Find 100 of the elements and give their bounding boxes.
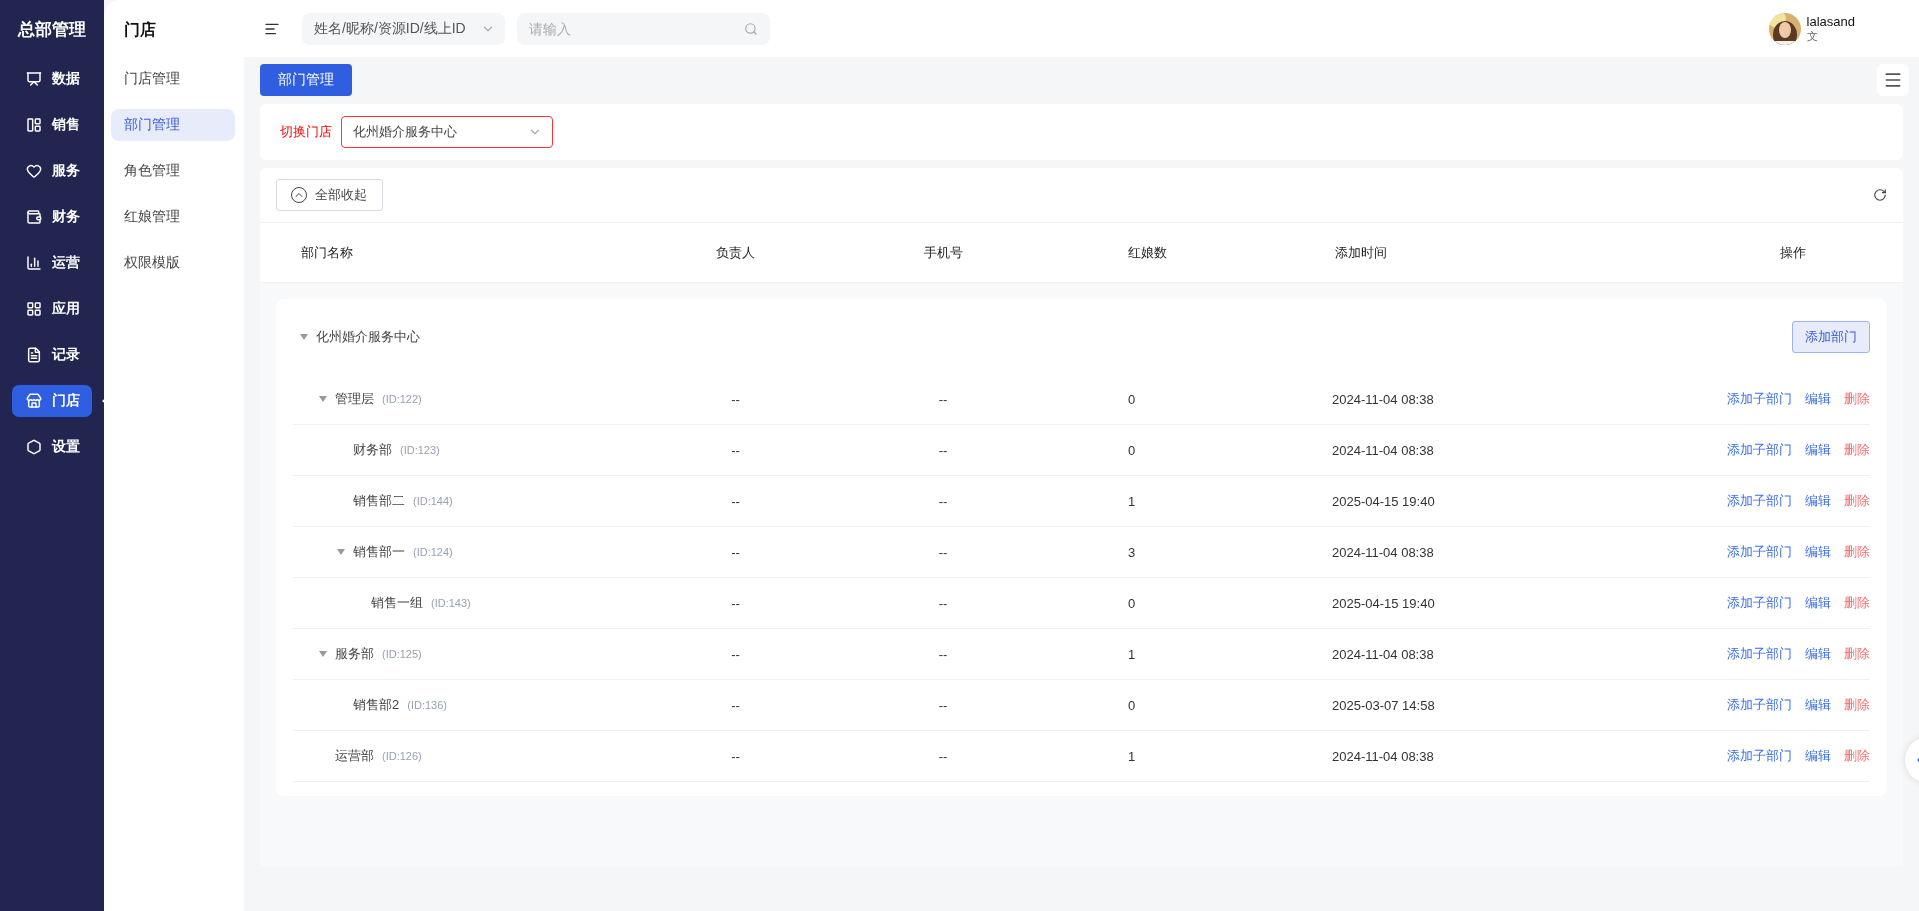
action-link[interactable]: 添加子部门 (1727, 645, 1792, 663)
store-name: 化州婚介服务中心 (316, 327, 420, 346)
nav-item[interactable]: 设置 (12, 431, 92, 463)
grid-icon (26, 301, 42, 317)
action-link[interactable]: 添加子部门 (1727, 594, 1792, 612)
table-cell: -- (938, 544, 948, 560)
delete-link[interactable]: 删除 (1844, 594, 1870, 612)
expand-triangle-icon[interactable] (337, 549, 345, 555)
table-cell: -- (731, 493, 740, 509)
nav-item[interactable]: 销售 (12, 109, 92, 141)
action-link[interactable]: 编辑 (1805, 696, 1831, 714)
table-cell: -- (731, 442, 740, 458)
submenu-item[interactable]: 部门管理 (111, 109, 235, 141)
action-link[interactable]: 编辑 (1805, 594, 1831, 612)
delete-link[interactable]: 删除 (1844, 492, 1870, 510)
column-header: 部门名称 (300, 243, 353, 262)
table-cell: -- (731, 595, 740, 611)
nav-item[interactable]: 记录 (12, 339, 92, 371)
collapse-all-button[interactable]: 全部收起 (276, 179, 383, 211)
department-name: 销售部2 (353, 696, 400, 714)
nav-item[interactable]: 应用 (12, 293, 92, 325)
table-cell-text: 1 (1127, 493, 1136, 509)
action-link[interactable]: 添加子部门 (1727, 543, 1792, 561)
table-cell-text: 2024-11-04 08:38 (1331, 748, 1434, 764)
column-header: 添加时间 (1334, 243, 1387, 262)
column-header: 负责人 (716, 243, 755, 262)
delete-link[interactable]: 删除 (1844, 747, 1870, 765)
table-cell: -- (938, 697, 948, 713)
action-link[interactable]: 添加子部门 (1727, 390, 1792, 408)
add-department-button[interactable]: 添加部门 (1792, 320, 1870, 353)
department-id: (ID:125) (382, 648, 422, 660)
delete-link[interactable]: 删除 (1844, 543, 1870, 561)
store-select[interactable]: 化州婚介服务中心 (341, 116, 553, 148)
filter-label: 切换门店 (280, 123, 332, 141)
action-link[interactable]: 添加子部门 (1727, 492, 1792, 510)
action-link[interactable]: 添加子部门 (1727, 747, 1792, 765)
nav-item[interactable]: 运营 (12, 247, 92, 279)
department-name: 管理层 (335, 390, 374, 408)
table-cell: -- (731, 544, 740, 560)
chart-icon (26, 71, 42, 87)
department-name: 服务部 (335, 645, 374, 663)
department-id: (ID:123) (400, 444, 440, 456)
table-cell: -- (938, 595, 948, 611)
refresh-icon[interactable] (1873, 188, 1887, 202)
expand-triangle-icon[interactable] (300, 333, 308, 340)
action-link[interactable]: 添加子部门 (1727, 441, 1792, 459)
table-cell: -- (731, 646, 740, 662)
expand-triangle-icon[interactable] (319, 651, 327, 657)
table-cell-text: 0 (1127, 595, 1136, 611)
table-cell-text: 0 (1127, 697, 1136, 713)
action-link[interactable]: 编辑 (1805, 543, 1831, 561)
heart-icon (26, 163, 42, 179)
department-id: (ID:136) (407, 699, 447, 711)
submenu-item[interactable]: 门店管理 (111, 63, 235, 95)
submenu-item[interactable]: 角色管理 (111, 155, 235, 187)
delete-link[interactable]: 删除 (1844, 645, 1870, 663)
table-cell: -- (938, 442, 948, 458)
table-cell-text: 3 (1127, 544, 1136, 560)
delete-link[interactable]: 删除 (1844, 390, 1870, 408)
expand-triangle-icon[interactable] (319, 396, 327, 402)
user-subtitle: 文 (1806, 28, 1819, 44)
action-link[interactable]: 添加子部门 (1727, 696, 1792, 714)
action-link[interactable]: 编辑 (1805, 492, 1831, 510)
wallet-icon (26, 209, 42, 225)
table-cell: -- (938, 646, 948, 662)
table-cell-text: 2025-04-15 19:40 (1331, 595, 1435, 611)
store-icon (26, 393, 42, 409)
search-field[interactable]: 请输入 (517, 12, 770, 45)
menu-icon[interactable] (1877, 64, 1909, 96)
department-name: 销售部一 (353, 543, 405, 561)
delete-link[interactable]: 删除 (1844, 441, 1870, 459)
department-name: 销售部二 (353, 492, 405, 510)
action-link[interactable]: 编辑 (1805, 645, 1831, 663)
nav-item[interactable]: 服务 (12, 155, 92, 187)
search-type-select[interactable]: 姓名/昵称/资源ID/线上ID (302, 12, 505, 45)
table-cell-text: 2024-11-04 08:38 (1331, 544, 1434, 560)
table-cell-text: 1 (1127, 646, 1136, 662)
action-link[interactable]: 编辑 (1805, 441, 1831, 459)
department-id: (ID:124) (413, 546, 453, 558)
action-link[interactable]: 编辑 (1805, 747, 1831, 765)
table-cell-text: 2024-11-04 08:38 (1331, 391, 1434, 407)
column-header: 手机号 (923, 243, 963, 262)
layout-icon (26, 117, 42, 133)
table-cell: -- (938, 493, 948, 509)
user-name: lalasand (1806, 13, 1855, 29)
submenu-item[interactable]: 红娘管理 (111, 201, 235, 233)
nav-item[interactable]: 数据 (12, 63, 92, 95)
delete-link[interactable]: 删除 (1844, 696, 1870, 714)
department-id: (ID:143) (431, 597, 471, 609)
bar-chart-icon (26, 255, 42, 271)
table-cell: -- (731, 391, 740, 407)
department-name: 财务部 (353, 441, 392, 459)
department-id: (ID:122) (382, 393, 422, 405)
table-cell-text: 2024-11-04 08:38 (1331, 646, 1434, 662)
nav-item[interactable]: 财务 (12, 201, 92, 233)
action-link[interactable]: 编辑 (1805, 390, 1831, 408)
tab[interactable]: 部门管理 (260, 64, 352, 96)
department-id: (ID:126) (382, 750, 422, 762)
table-cell-text: 0 (1127, 442, 1136, 458)
submenu-item[interactable]: 权限模版 (111, 247, 235, 279)
